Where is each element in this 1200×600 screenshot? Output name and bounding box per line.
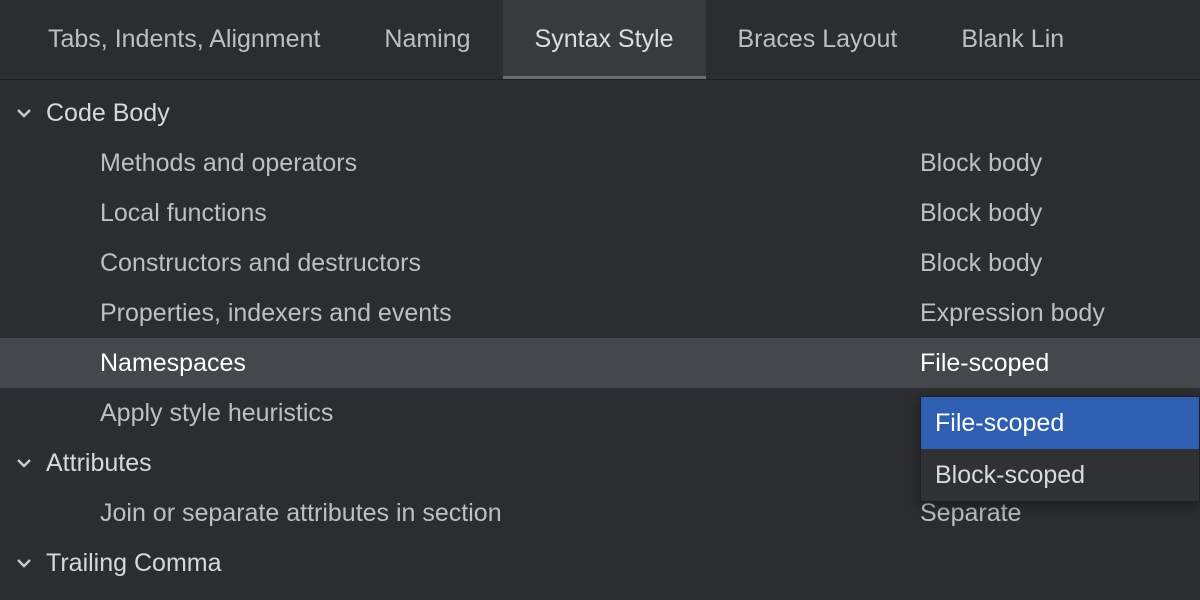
dropdown-option-file-scoped[interactable]: File-scoped (921, 397, 1199, 449)
row-label: Local functions (100, 199, 267, 228)
row-properties-indexers-events[interactable]: Properties, indexers and events Expressi… (0, 288, 1200, 338)
tabs-bar: Tabs, Indents, Alignment Naming Syntax S… (0, 0, 1200, 80)
tab-blank-lines[interactable]: Blank Lin (929, 0, 1096, 79)
row-namespaces[interactable]: Namespaces File-scoped (0, 338, 1200, 388)
row-label: Join or separate attributes in section (100, 499, 502, 528)
chevron-down-icon (12, 104, 36, 122)
row-label: Constructors and destructors (100, 249, 421, 278)
dropdown-option-block-scoped[interactable]: Block-scoped (921, 449, 1199, 501)
row-local-functions[interactable]: Local functions Block body (0, 188, 1200, 238)
row-value-select[interactable]: File-scoped (920, 349, 1200, 378)
row-value-select[interactable]: Block body (920, 149, 1200, 178)
tab-tabs-indents-alignment[interactable]: Tabs, Indents, Alignment (0, 0, 352, 79)
row-value-select[interactable]: Block body (920, 199, 1200, 228)
tab-naming[interactable]: Naming (352, 0, 502, 79)
section-title: Attributes (46, 449, 152, 478)
namespaces-dropdown: File-scoped Block-scoped (920, 396, 1200, 502)
row-constructors-destructors[interactable]: Constructors and destructors Block body (0, 238, 1200, 288)
settings-content: Code Body Methods and operators Block bo… (0, 80, 1200, 588)
tab-braces-layout[interactable]: Braces Layout (706, 0, 930, 79)
row-label: Namespaces (100, 349, 246, 378)
row-value-select[interactable]: Expression body (920, 299, 1200, 328)
row-value-select[interactable]: Block body (920, 249, 1200, 278)
tab-syntax-style[interactable]: Syntax Style (503, 0, 706, 79)
section-trailing-comma[interactable]: Trailing Comma (0, 538, 1200, 588)
chevron-down-icon (12, 454, 36, 472)
row-value-select[interactable]: Separate (920, 499, 1200, 528)
row-label: Properties, indexers and events (100, 299, 452, 328)
row-label: Methods and operators (100, 149, 357, 178)
row-methods-operators[interactable]: Methods and operators Block body (0, 138, 1200, 188)
section-title: Trailing Comma (46, 549, 222, 578)
row-label: Apply style heuristics (100, 399, 333, 428)
section-code-body[interactable]: Code Body (0, 88, 1200, 138)
section-title: Code Body (46, 99, 170, 128)
chevron-down-icon (12, 554, 36, 572)
